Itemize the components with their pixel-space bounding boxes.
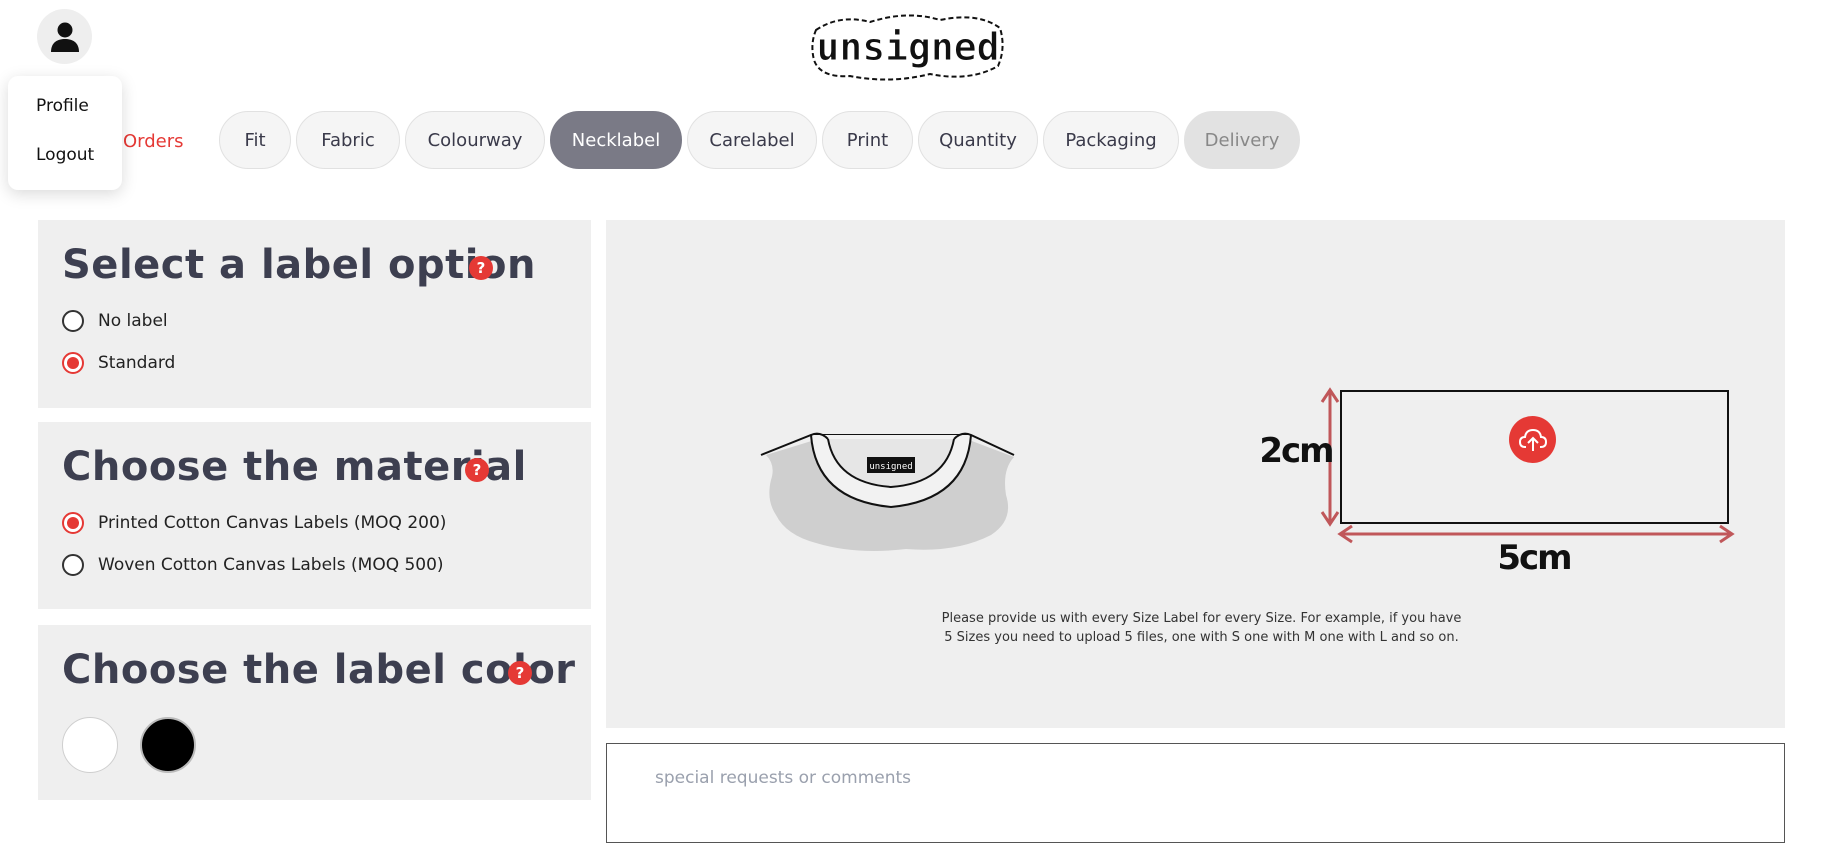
comments-box [606, 743, 1785, 843]
label-color-title: Choose the label color [62, 647, 576, 693]
help-icon[interactable]: ? [469, 256, 493, 280]
help-icon[interactable]: ? [508, 661, 532, 685]
tab-necklabel[interactable]: Necklabel [550, 111, 682, 169]
radio-no-label[interactable]: No label [62, 310, 168, 332]
necklabel-preview: unsigned 2cm 5cm Please provide us with … [606, 220, 1785, 728]
instructions-line: 5 Sizes you need to upload 5 files, one … [944, 630, 1459, 645]
menu-item-logout[interactable]: Logout [36, 145, 94, 165]
material-panel: Choose the material ? Printed Cotton Can… [38, 422, 591, 609]
svg-text:unsigned: unsigned [869, 462, 912, 472]
radio-circle[interactable] [62, 310, 84, 332]
orders-link[interactable]: Orders [123, 131, 184, 152]
radio-woven-cotton[interactable]: Woven Cotton Canvas Labels (MOQ 500) [62, 554, 444, 576]
radio-label: Woven Cotton Canvas Labels (MOQ 500) [98, 555, 444, 575]
user-icon [50, 22, 79, 52]
radio-label: Standard [98, 353, 176, 373]
menu-item-profile[interactable]: Profile [36, 96, 89, 116]
radio-label: Printed Cotton Canvas Labels (MOQ 200) [98, 513, 447, 533]
tshirt-neck-illustration: unsigned [760, 432, 1015, 551]
brand-logo: unsigned [810, 8, 1006, 86]
special-requests-input[interactable] [607, 744, 1784, 842]
user-dropdown-menu: Profile Logout [8, 76, 122, 190]
radio-label: No label [98, 311, 168, 331]
label-color-panel: Choose the label color ? [38, 625, 591, 800]
svg-text:2cm: 2cm [1259, 431, 1332, 471]
radio-circle[interactable] [62, 554, 84, 576]
material-title: Choose the material [62, 444, 527, 490]
tab-fit[interactable]: Fit [219, 111, 291, 169]
radio-standard[interactable]: Standard [62, 352, 175, 374]
cloud-upload-icon [1518, 428, 1547, 451]
tab-colourway[interactable]: Colourway [405, 111, 545, 169]
tab-delivery[interactable]: Delivery [1184, 111, 1300, 169]
configurator-tabs: Fit Fabric Colourway Necklabel Carelabel… [219, 111, 1300, 171]
svg-text:5cm: 5cm [1497, 538, 1570, 578]
radio-circle-selected[interactable] [62, 512, 84, 534]
label-option-panel: Select a label option ? No label Standar… [38, 220, 591, 408]
upload-instructions: Please provide us with every Size Label … [606, 609, 1797, 647]
color-swatch-black[interactable] [140, 717, 196, 773]
label-dimension-diagram: 2cm 5cm [1259, 387, 1735, 578]
tab-fabric[interactable]: Fabric [296, 111, 400, 169]
tab-print[interactable]: Print [822, 111, 913, 169]
radio-circle-selected[interactable] [62, 352, 84, 374]
tab-quantity[interactable]: Quantity [918, 111, 1038, 169]
instructions-line: Please provide us with every Size Label … [941, 611, 1462, 626]
user-avatar-button[interactable] [37, 9, 92, 64]
color-swatch-white[interactable] [62, 717, 118, 773]
help-icon[interactable]: ? [465, 458, 489, 482]
label-option-title: Select a label option [62, 242, 536, 288]
tab-carelabel[interactable]: Carelabel [687, 111, 817, 169]
upload-button[interactable] [1509, 416, 1556, 463]
tab-packaging[interactable]: Packaging [1043, 111, 1179, 169]
svg-text:unsigned: unsigned [816, 25, 999, 69]
radio-printed-cotton[interactable]: Printed Cotton Canvas Labels (MOQ 200) [62, 512, 446, 534]
